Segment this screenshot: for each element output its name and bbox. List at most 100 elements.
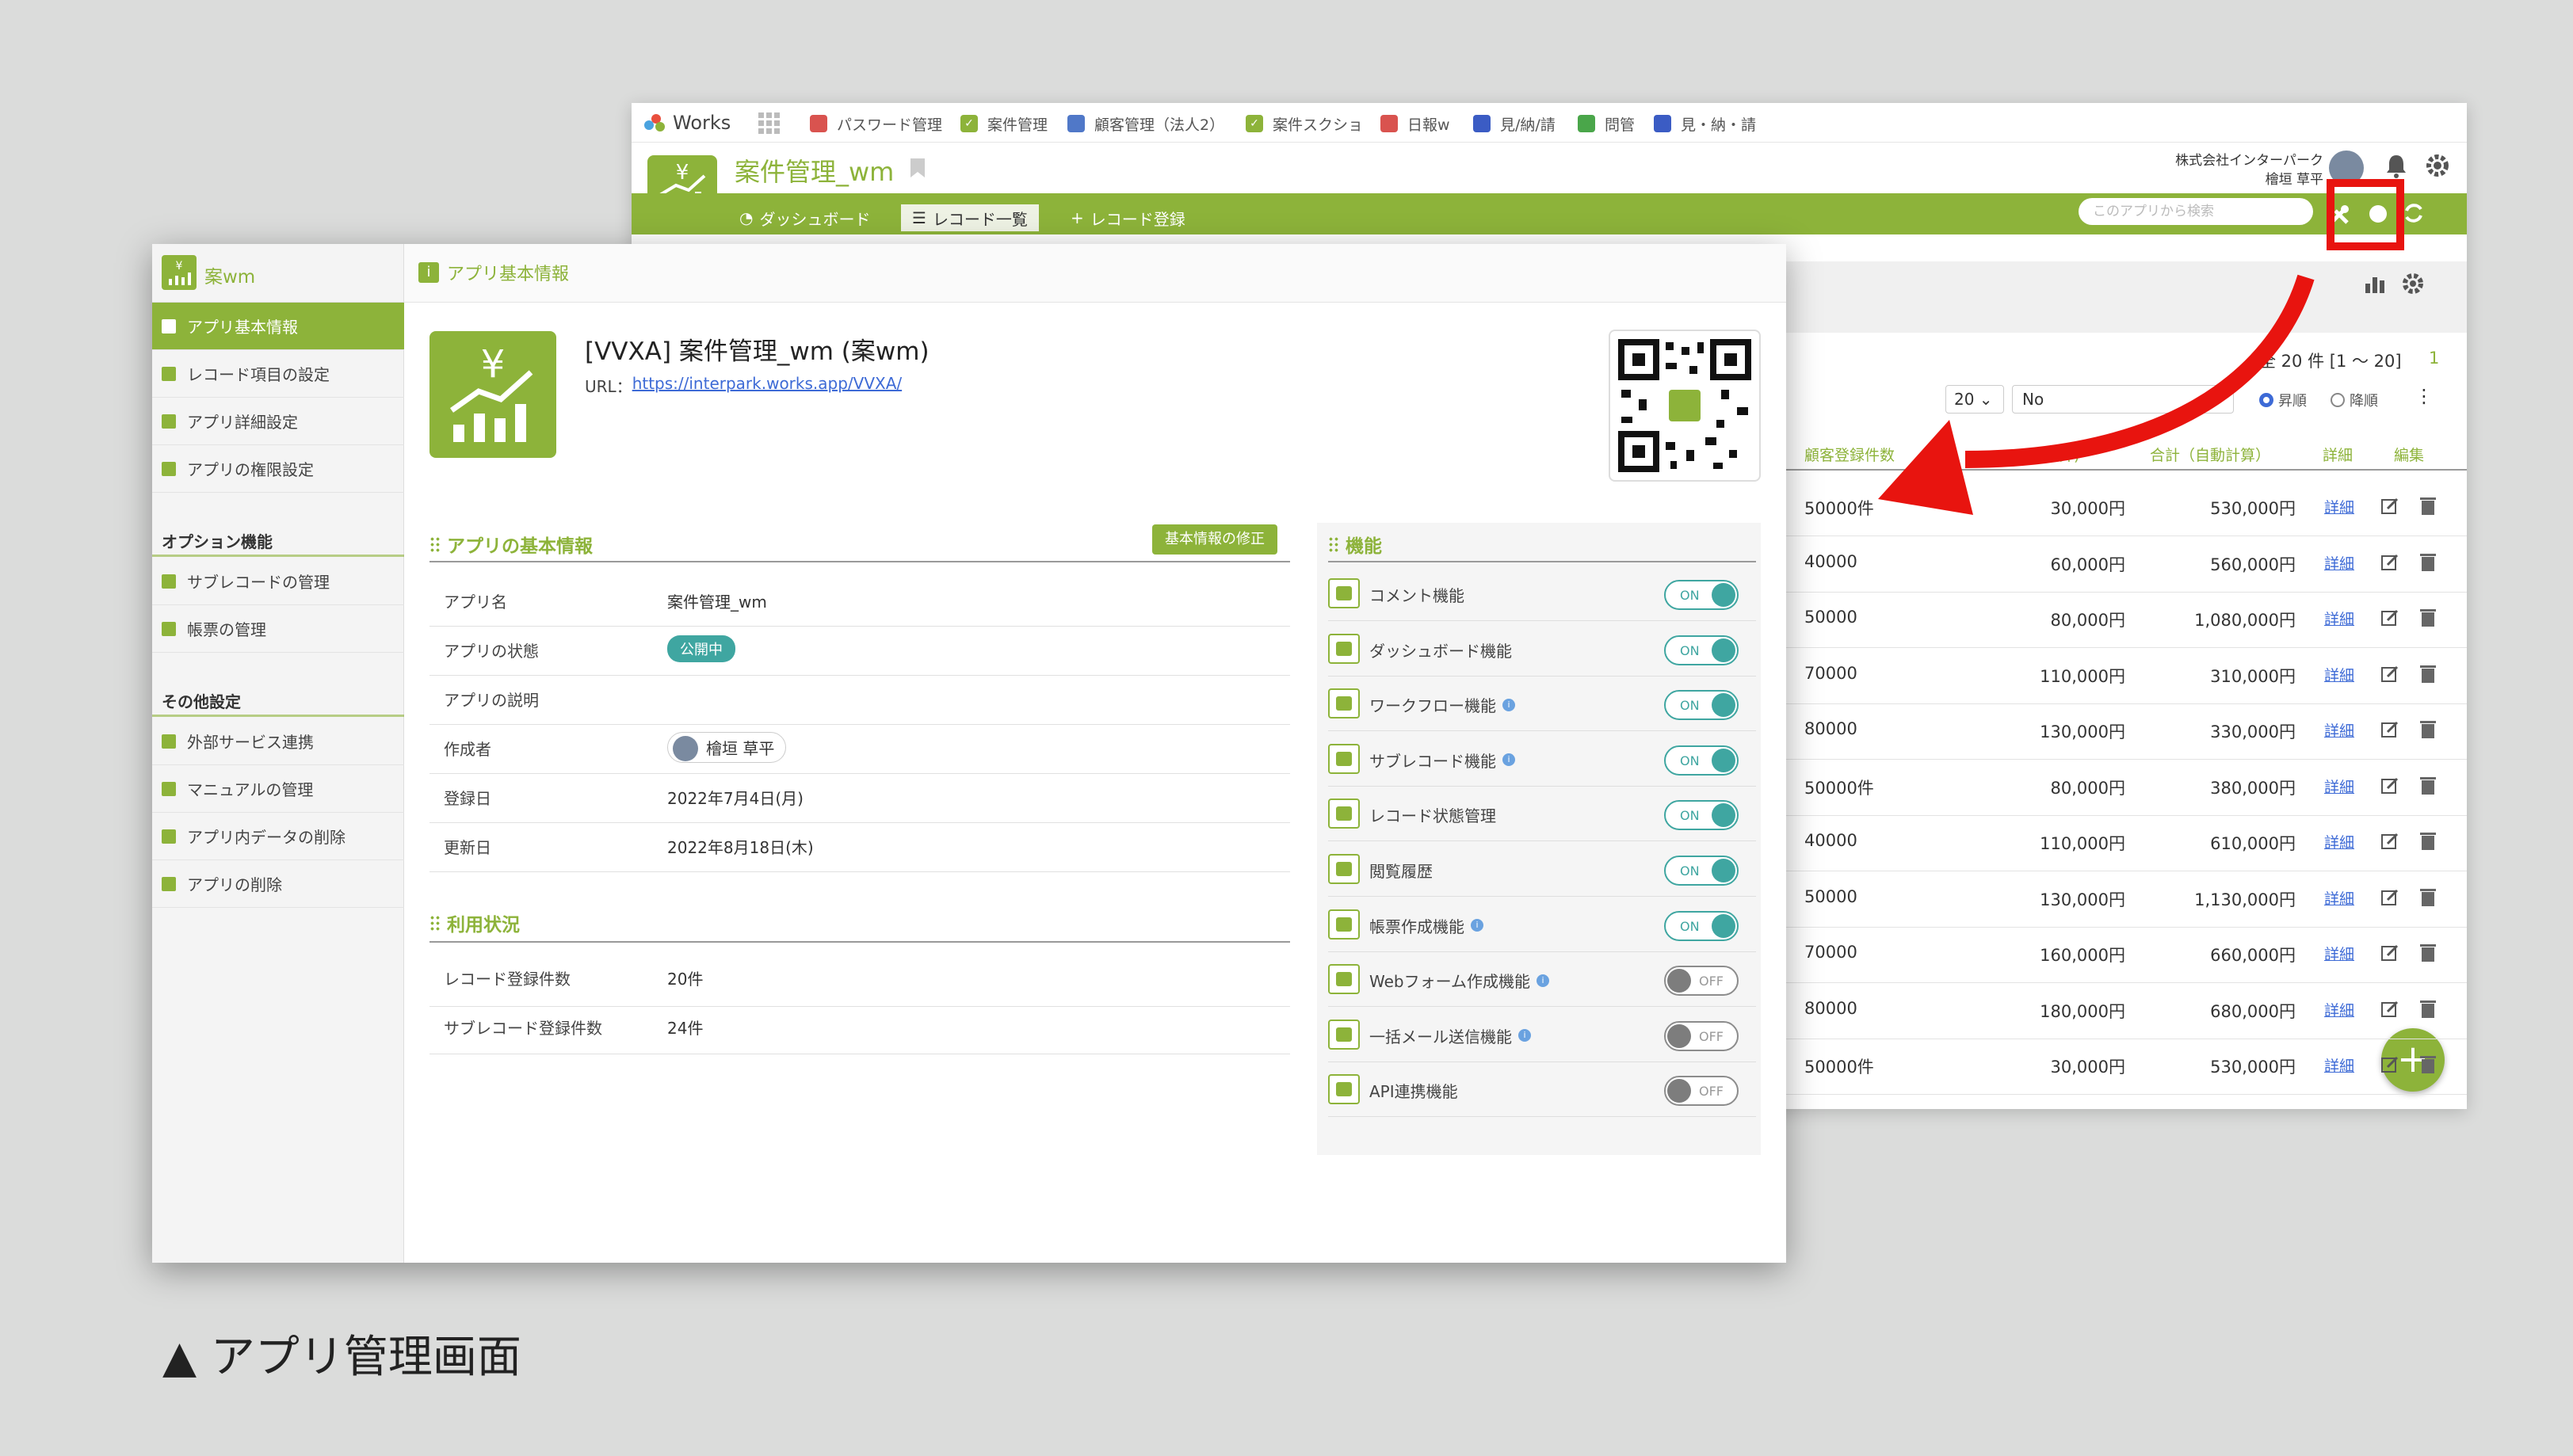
sidebar-item-fields[interactable]: レコード項目の設定 <box>152 350 404 398</box>
function-toggle[interactable]: ON <box>1664 745 1739 776</box>
function-toggle[interactable]: ON <box>1664 690 1739 721</box>
bookmark-password[interactable]: パスワード管理 <box>810 113 942 134</box>
edit-basic-info-button[interactable]: 基本情報の修正 <box>1152 524 1277 555</box>
usage-label-records: レコード登録件数 <box>444 970 571 989</box>
tab-record-register[interactable]: + レコード登録 <box>1059 204 1197 231</box>
creator-chip: 檜垣 草平 <box>667 732 787 763</box>
function-name-text: レコード状態管理 <box>1369 806 1496 826</box>
bookmark-anken[interactable]: ✓ 案件管理 <box>960 113 1048 134</box>
function-toggle[interactable]: OFF <box>1664 966 1739 997</box>
bookmark-screenshot[interactable]: ✓ 案件スクショ <box>1246 113 1363 134</box>
document-icon <box>1654 115 1671 132</box>
sidebar-item-manual[interactable]: マニュアルの管理 <box>152 765 404 813</box>
function-name-text: ダッシュボード機能 <box>1369 641 1512 661</box>
settings-gear-icon[interactable] <box>2400 271 2426 296</box>
apps-grid-icon[interactable] <box>758 112 781 135</box>
info-icon[interactable]: i <box>1471 919 1483 932</box>
edit-icon[interactable] <box>2380 719 2400 740</box>
toggle-knob <box>1712 748 1735 772</box>
sidebar-item-subrecord[interactable]: サブレコードの管理 <box>152 558 404 605</box>
trash-icon[interactable] <box>2419 887 2437 908</box>
function-name: レコード状態管理 <box>1369 803 1496 826</box>
sidebar-item-permissions[interactable]: アプリの権限設定 <box>152 445 404 493</box>
works-logo[interactable]: Works <box>643 111 731 135</box>
trash-icon[interactable] <box>2419 552 2437 573</box>
more-menu-icon[interactable]: ⋮ <box>2415 385 2434 407</box>
edit-icon[interactable] <box>2380 608 2400 628</box>
chart-icon[interactable] <box>2364 271 2391 295</box>
bell-icon[interactable] <box>2383 152 2410 179</box>
function-toggle[interactable]: OFF <box>1664 1020 1739 1051</box>
trash-icon[interactable] <box>2419 496 2437 516</box>
edit-icon[interactable] <box>2380 943 2400 963</box>
sidebar-item-delete-app[interactable]: アプリの削除 <box>152 860 404 908</box>
trash-icon[interactable] <box>2419 776 2437 796</box>
detail-link[interactable]: 詳細 <box>2324 999 2354 1020</box>
sidebar-item-external[interactable]: 外部サービス連携 <box>152 718 404 765</box>
toggle-text: OFF <box>1699 974 1724 989</box>
edit-icon[interactable] <box>2380 887 2400 908</box>
trash-icon[interactable] <box>2419 1054 2437 1075</box>
row-divider <box>1781 647 2467 648</box>
info-icon[interactable]: i <box>1502 698 1515 711</box>
detail-link[interactable]: 詳細 <box>2324 719 2354 741</box>
edit-icon[interactable] <box>2380 776 2400 796</box>
bookmark-monkan[interactable]: 問管 <box>1578 113 1635 134</box>
trash-icon[interactable] <box>2419 664 2437 684</box>
trash-icon[interactable] <box>2419 943 2437 963</box>
edit-icon[interactable] <box>2380 496 2400 516</box>
option-underline <box>152 555 404 557</box>
sidebar-item-detail-settings[interactable]: アプリ詳細設定 <box>152 398 404 445</box>
tab-record-list[interactable]: ☰ レコード一覧 <box>901 204 1039 231</box>
bookmark-kokyaku[interactable]: 顧客管理（法人2） <box>1067 113 1224 134</box>
bookmark-mi-no-sei-2[interactable]: 見・納・請 <box>1654 113 1756 134</box>
info-icon[interactable]: i <box>1537 974 1550 987</box>
detail-link[interactable]: 詳細 <box>2324 887 2354 909</box>
detail-link[interactable]: 詳細 <box>2324 552 2354 574</box>
sidebar-item-basic-info[interactable]: アプリ基本情報 <box>152 303 404 350</box>
sidebar-item-forms[interactable]: 帳票の管理 <box>152 605 404 653</box>
function-toggle[interactable]: ON <box>1664 580 1739 610</box>
detail-link[interactable]: 詳細 <box>2324 1054 2354 1076</box>
detail-link[interactable]: 詳細 <box>2324 776 2354 797</box>
detail-link[interactable]: 詳細 <box>2324 496 2354 517</box>
app-url-row: URL： https://interpark.works.app/VVXA/ <box>585 374 903 397</box>
edit-icon[interactable] <box>2380 552 2400 573</box>
info-icon[interactable]: i <box>1502 753 1515 767</box>
app-url-link[interactable]: https://interpark.works.app/VVXA/ <box>632 374 902 397</box>
trash-icon[interactable] <box>2419 831 2437 852</box>
trash-icon[interactable] <box>2419 719 2437 740</box>
gear-icon[interactable] <box>2424 152 2451 179</box>
sidebar-item-delete-data[interactable]: アプリ内データの削除 <box>152 813 404 860</box>
detail-link[interactable]: 詳細 <box>2324 608 2354 629</box>
sort-desc-radio[interactable]: 降順 <box>2331 390 2378 410</box>
bookmark-icon[interactable] <box>909 157 926 179</box>
detail-link[interactable]: 詳細 <box>2324 943 2354 964</box>
function-name-text: Webフォーム作成機能 <box>1369 972 1531 992</box>
field-label: アプリの説明 <box>444 691 539 710</box>
page-number[interactable]: 1 <box>2429 349 2439 368</box>
function-toggle[interactable]: ON <box>1664 910 1739 941</box>
trash-icon[interactable] <box>2419 999 2437 1020</box>
row-divider <box>1781 926 2467 928</box>
info-icon[interactable]: i <box>1518 1029 1531 1042</box>
function-toggle[interactable]: ON <box>1664 856 1739 886</box>
bookmark-mi-no-sei[interactable]: 見/納/請 <box>1473 113 1556 134</box>
field-label: 登録日 <box>444 789 491 808</box>
document-icon <box>1473 115 1491 132</box>
detail-link[interactable]: 詳細 <box>2324 831 2354 852</box>
bookmark-nippo[interactable]: 日報w <box>1380 113 1450 134</box>
edit-icon[interactable] <box>2380 831 2400 852</box>
tab-dashboard[interactable]: ◔ ダッシュボード <box>728 204 881 231</box>
sync-icon[interactable] <box>2402 201 2426 225</box>
edit-icon[interactable] <box>2380 1054 2400 1075</box>
function-toggle[interactable]: ON <box>1664 635 1739 665</box>
person-icon <box>1067 115 1085 132</box>
edit-icon[interactable] <box>2380 999 2400 1020</box>
function-toggle[interactable]: ON <box>1664 800 1739 831</box>
detail-link[interactable]: 詳細 <box>2324 664 2354 685</box>
trash-icon[interactable] <box>2419 608 2437 628</box>
function-toggle[interactable]: OFF <box>1664 1076 1739 1107</box>
edit-icon[interactable] <box>2380 664 2400 684</box>
search-input[interactable]: このアプリから検索 <box>2079 198 2313 225</box>
